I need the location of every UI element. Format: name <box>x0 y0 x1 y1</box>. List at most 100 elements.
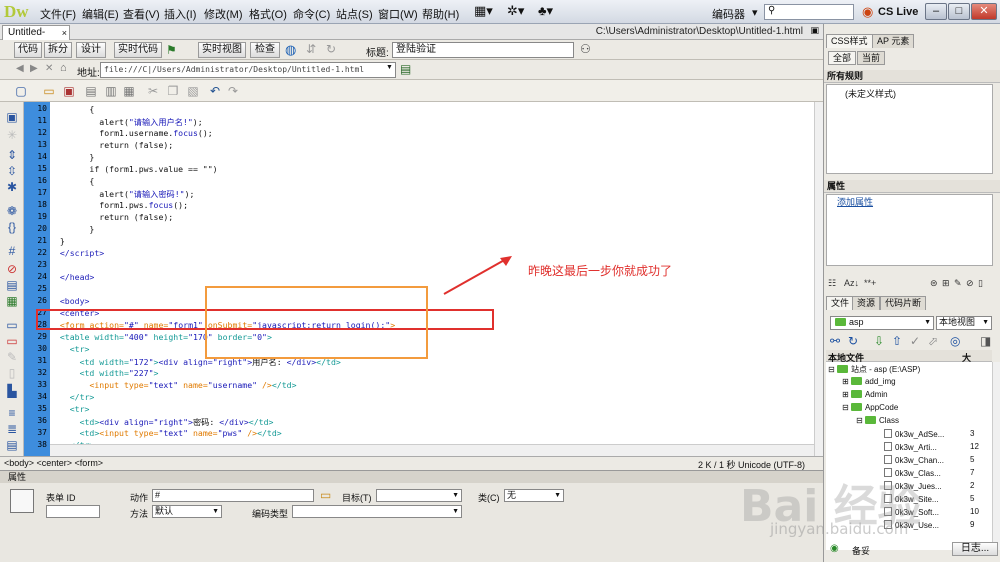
restore-doc-icon[interactable]: ▣ <box>810 25 819 36</box>
get-files-icon[interactable]: ⇩ <box>874 334 884 348</box>
browse-folder-icon[interactable]: ▭ <box>320 488 331 502</box>
alpha-sort-icon[interactable]: Az↓ <box>844 278 859 288</box>
open-documents-icon[interactable]: ▣ <box>5 110 19 124</box>
maximize-button[interactable]: □ <box>948 3 970 20</box>
menu-command[interactable]: 命令(C) <box>293 6 330 22</box>
site-select[interactable]: asp <box>830 316 934 330</box>
tree-item-class[interactable]: ⊟ Class <box>856 416 899 425</box>
tag-selector[interactable]: <body> <center> <form> <box>4 458 103 468</box>
save-all-icon[interactable]: ▥ <box>104 84 118 98</box>
code-view-button[interactable]: 代码 <box>14 42 42 58</box>
code-editor[interactable]: { alert("请输入用户名!"); form1.username.focus… <box>50 102 814 456</box>
home-icon[interactable]: ⌂ <box>60 62 67 74</box>
menu-site[interactable]: 站点(S) <box>336 6 373 22</box>
save-icon[interactable]: ▤ <box>84 84 98 98</box>
forward-icon[interactable]: ▶ <box>30 63 38 74</box>
layout-icon[interactable]: ▦▾ <box>474 3 493 19</box>
undefined-style-item[interactable]: (未定义样式) <box>845 87 896 100</box>
show-set-props-icon[interactable]: **+ <box>864 278 876 288</box>
balance-braces-icon[interactable]: {} <box>5 220 19 234</box>
attach-stylesheet-icon[interactable]: ⊜ <box>930 278 938 289</box>
cslive-label[interactable]: CS Live <box>878 6 918 18</box>
design-view-button[interactable]: 设计 <box>76 42 106 58</box>
target-select[interactable] <box>376 489 462 502</box>
tab-close-icon[interactable]: × <box>62 26 67 40</box>
workspace-switcher[interactable]: 编码器 <box>712 6 745 22</box>
class-select[interactable]: 无 <box>504 489 564 502</box>
menu-view[interactable]: 查看(V) <box>123 6 160 22</box>
open-icon[interactable]: ▭ <box>42 84 56 98</box>
code-vertical-scrollbar[interactable] <box>814 102 823 456</box>
close-button[interactable]: ✕ <box>971 3 997 20</box>
page-options-icon[interactable]: ▤ <box>400 62 411 76</box>
file-management-icon[interactable]: ⇵ <box>306 42 316 56</box>
collapse-tag-icon[interactable]: ⇕ <box>5 148 19 162</box>
disable-rule-icon[interactable]: ⊘ <box>966 278 974 289</box>
file-tree-scrollbar[interactable] <box>992 362 1000 550</box>
tab-css-styles[interactable]: CSS样式 <box>826 34 873 48</box>
tab-current[interactable]: 当前 <box>857 51 886 65</box>
tab-ap-elements[interactable]: AP 元素 <box>872 34 915 48</box>
workspace-dropdown-icon[interactable]: ▾ <box>752 6 758 19</box>
indent-icon[interactable]: ≡ <box>5 406 19 420</box>
connect-icon[interactable]: ⚯ <box>830 334 840 348</box>
check-browser-compat-icon[interactable]: ⚇ <box>580 42 591 56</box>
page-title-input[interactable]: 登陆验证 <box>392 42 574 58</box>
add-attribute-link[interactable]: 添加属性 <box>837 195 873 208</box>
expand-all-icon[interactable]: ✱ <box>5 180 19 194</box>
menu-format[interactable]: 格式(O) <box>249 6 287 22</box>
log-button[interactable]: 日志... <box>952 542 998 556</box>
paste-icon[interactable]: ▧ <box>186 84 200 98</box>
menu-window[interactable]: 窗口(W) <box>378 6 418 22</box>
refresh-icon[interactable]: ↻ <box>326 42 336 56</box>
info-bar-icon[interactable]: ▦ <box>5 294 19 308</box>
inspect-button[interactable]: 检查 <box>250 42 280 58</box>
form-id-input[interactable] <box>46 505 100 518</box>
menu-modify[interactable]: 修改(M) <box>204 6 243 22</box>
stop-icon[interactable]: ✕ <box>45 63 53 74</box>
expand-panel-icon[interactable]: ◨ <box>980 334 991 348</box>
select-parent-tag-icon[interactable]: ❁ <box>5 204 19 218</box>
menu-help[interactable]: 帮助(H) <box>422 6 459 22</box>
menu-edit[interactable]: 编辑(E) <box>82 6 119 22</box>
live-view-button[interactable]: 实时视图 <box>198 42 246 58</box>
synchronize-icon[interactable]: ◎ <box>950 334 960 348</box>
document-tab[interactable]: Untitled-1.html × <box>2 25 70 52</box>
show-code-navigator-icon[interactable]: ✳ <box>5 128 19 142</box>
address-input[interactable]: file:///C|/Users/Administrator/Desktop/U… <box>100 62 396 78</box>
delete-rule-icon[interactable]: ▯ <box>978 278 983 289</box>
preview-in-browser-icon[interactable]: ◍ <box>285 42 296 58</box>
collapse-selection-icon[interactable]: ⇳ <box>5 164 19 178</box>
undo-icon[interactable]: ↶ <box>208 84 222 98</box>
split-view-button[interactable]: 拆分 <box>44 42 72 58</box>
rules-list[interactable]: (未定义样式) <box>826 84 993 174</box>
check-out-icon[interactable]: ✓ <box>910 334 920 348</box>
address-dropdown-icon[interactable]: ▼ <box>386 64 393 71</box>
tree-item-site-root[interactable]: ⊟ 站点 - asp (E:\ASP) <box>828 364 920 375</box>
menu-file[interactable]: 文件(F) <box>40 6 76 22</box>
enctype-select[interactable] <box>292 505 462 518</box>
format-source-icon[interactable]: ▤ <box>5 438 19 452</box>
tree-item-file[interactable]: 0k3w_Arti... <box>884 442 937 452</box>
refresh-files-icon[interactable]: ↻ <box>848 334 858 348</box>
print-icon[interactable]: ▦ <box>122 84 136 98</box>
tab-files[interactable]: 文件 <box>826 296 855 310</box>
tree-item-appcode[interactable]: ⊟ AppCode <box>842 403 898 412</box>
show-category-icon[interactable]: ☷ <box>828 278 836 289</box>
menu-insert[interactable]: 插入(I) <box>164 6 196 22</box>
tab-assets[interactable]: 资源 <box>852 296 881 310</box>
recent-snippets-icon[interactable]: ▯ <box>5 366 19 380</box>
gear-icon[interactable]: ✲▾ <box>507 3 524 19</box>
live-view-options-icon[interactable]: ⚑ <box>166 43 177 57</box>
browse-icon[interactable]: ▣ <box>62 84 76 98</box>
minimize-button[interactable]: – <box>925 3 947 20</box>
put-files-icon[interactable]: ⇧ <box>892 334 902 348</box>
new-document-icon[interactable]: ▢ <box>14 84 28 98</box>
apply-comment-icon[interactable]: ▭ <box>5 318 19 332</box>
copy-icon[interactable]: ❐ <box>166 84 180 98</box>
redo-icon[interactable]: ↷ <box>226 84 240 98</box>
tree-item-add-img[interactable]: ⊞ add_img <box>842 377 896 386</box>
action-input[interactable]: # <box>152 489 314 502</box>
live-code-button[interactable]: 实时代码 <box>114 42 162 58</box>
edit-rule-icon[interactable]: ✎ <box>954 278 962 289</box>
